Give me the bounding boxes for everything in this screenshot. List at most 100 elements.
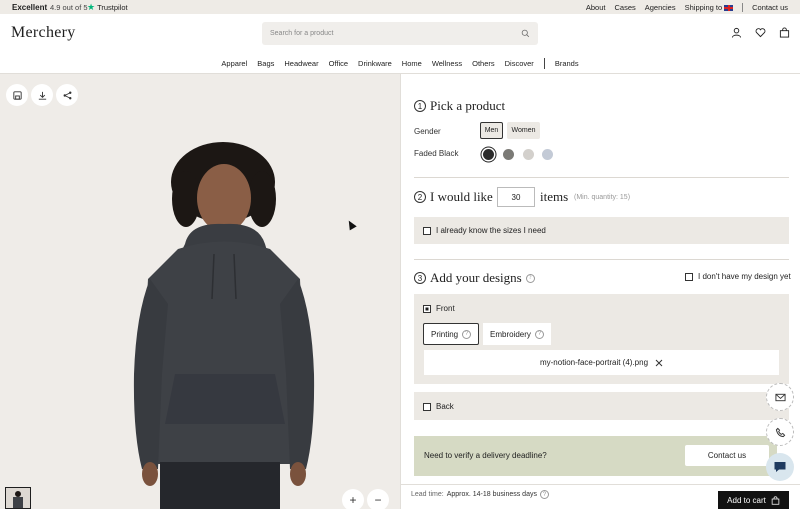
nav-drinkware[interactable]: Drinkware xyxy=(358,59,392,68)
delivery-deadline-banner: Need to verify a delivery deadline? Cont… xyxy=(414,436,777,476)
bag-icon[interactable] xyxy=(779,27,790,38)
nav-home[interactable]: Home xyxy=(402,59,422,68)
gender-men-option[interactable]: Men xyxy=(480,122,503,139)
nav-headwear[interactable]: Headwear xyxy=(284,59,318,68)
nav-apparel[interactable]: Apparel xyxy=(221,59,247,68)
top-links: About Cases Agencies Shipping to Contact… xyxy=(586,2,788,12)
hoodie-model-image xyxy=(133,142,315,509)
no-design-checkbox[interactable] xyxy=(685,272,693,281)
phone-button[interactable] xyxy=(766,418,794,446)
link-contact[interactable]: Contact us xyxy=(752,3,788,12)
thumbnail-image xyxy=(13,491,23,508)
method-label: Printing xyxy=(431,329,459,339)
cart-footer: Lead time: Approx. 14-18 business days ?… xyxy=(401,484,800,509)
search-input[interactable]: Search for a product xyxy=(262,22,538,45)
quantity-prefix: I would like xyxy=(430,189,493,204)
phone-icon xyxy=(775,427,785,437)
uk-flag-icon xyxy=(724,4,734,11)
back-checkbox-row[interactable]: Back xyxy=(423,402,454,411)
chat-icon xyxy=(774,462,786,472)
step-2-heading: 2 I would like xyxy=(414,189,493,205)
front-checkbox-row[interactable]: Front xyxy=(423,304,455,313)
method-printing-option[interactable]: Printing ? xyxy=(423,323,480,345)
trustpilot-label: Trustpilot xyxy=(97,2,128,12)
nav-office[interactable]: Office xyxy=(329,59,348,68)
color-swatch-light-grey[interactable] xyxy=(523,149,534,160)
quantity-suffix: items xyxy=(540,189,569,204)
close-icon[interactable] xyxy=(655,359,663,367)
sizes-label: I already know the sizes I need xyxy=(436,226,546,235)
zoom-in-button[interactable]: + xyxy=(342,489,364,509)
product-configurator: 1 Pick a product Gender Men Women Faded … xyxy=(401,74,800,509)
heart-icon[interactable] xyxy=(755,27,766,38)
link-cases[interactable]: Cases xyxy=(614,3,635,12)
logo[interactable]: Merchery xyxy=(11,24,76,42)
link-about[interactable]: About xyxy=(586,3,606,12)
gender-women-option[interactable]: Women xyxy=(507,122,540,139)
quantity-input[interactable]: 30 xyxy=(497,187,535,207)
back-checkbox[interactable] xyxy=(423,402,431,411)
section-divider xyxy=(414,259,789,260)
trustpilot-logo[interactable]: ★ Trustpilot xyxy=(87,2,128,12)
step-1-heading: 1 Pick a product xyxy=(414,98,505,114)
sizes-checkbox[interactable] xyxy=(423,226,431,235)
search-placeholder: Search for a product xyxy=(270,30,334,37)
nav-others[interactable]: Others xyxy=(472,59,495,68)
deadline-text: Need to verify a delivery deadline? xyxy=(424,451,547,460)
nav-brands[interactable]: Brands xyxy=(555,59,579,68)
step-number: 2 xyxy=(414,191,426,203)
step-3-heading: 3 Add your designs ? xyxy=(414,270,535,286)
section-divider xyxy=(414,177,789,178)
divider xyxy=(742,2,744,12)
no-design-checkbox-row[interactable]: I don't have my design yet xyxy=(685,272,791,281)
color-label: Faded Black xyxy=(414,149,459,158)
min-quantity-note: (Min. quantity: 15) xyxy=(574,194,631,201)
color-swatch-light-blue[interactable] xyxy=(542,149,553,160)
email-button[interactable] xyxy=(766,383,794,411)
thumbnail-1[interactable] xyxy=(5,487,31,509)
front-checkbox[interactable] xyxy=(423,304,431,313)
step-title: Add your designs xyxy=(430,270,522,285)
lead-time-label: Lead time: xyxy=(411,491,444,498)
step-number: 3 xyxy=(414,272,426,284)
nav-discover[interactable]: Discover xyxy=(505,59,534,68)
method-embroidery-option[interactable]: Embroidery ? xyxy=(483,323,551,345)
header-icons xyxy=(731,27,790,38)
link-agencies[interactable]: Agencies xyxy=(645,3,676,12)
lead-time: Lead time: Approx. 14-18 business days ? xyxy=(411,490,549,499)
step-title: Pick a product xyxy=(430,98,506,113)
nav-divider xyxy=(543,58,545,69)
color-swatch-grey[interactable] xyxy=(503,149,514,160)
back-design-box: Back xyxy=(414,392,789,420)
rating-headline: Excellent xyxy=(12,2,48,12)
add-to-cart-button[interactable]: Add to cart xyxy=(718,491,789,509)
uploaded-file: my-notion-face-portrait (4).png xyxy=(424,350,779,375)
zoom-out-button[interactable]: − xyxy=(367,489,389,509)
color-swatch-faded-black[interactable] xyxy=(483,149,494,160)
lead-time-value: Approx. 14-18 business days xyxy=(446,491,537,498)
shipping-label: Shipping to xyxy=(684,2,723,12)
gender-label: Gender xyxy=(414,127,441,136)
method-label: Embroidery xyxy=(490,329,531,339)
add-to-cart-label: Add to cart xyxy=(727,496,766,505)
bag-icon xyxy=(771,496,780,505)
contact-us-button[interactable]: Contact us xyxy=(685,445,769,466)
help-icon[interactable]: ? xyxy=(534,329,544,339)
search-icon xyxy=(521,29,530,38)
sizes-box: I already know the sizes I need xyxy=(414,217,789,244)
help-icon[interactable]: ? xyxy=(525,273,535,283)
site-header: Merchery Search for a product xyxy=(0,14,800,54)
front-label: Front xyxy=(436,304,455,313)
step-number: 1 xyxy=(414,100,426,112)
shipping-selector[interactable]: Shipping to xyxy=(685,3,734,12)
help-icon[interactable]: ? xyxy=(539,490,549,499)
back-label: Back xyxy=(436,402,454,411)
account-icon[interactable] xyxy=(731,27,742,38)
chat-button[interactable] xyxy=(766,453,794,481)
nav-bags[interactable]: Bags xyxy=(257,59,274,68)
nav-wellness[interactable]: Wellness xyxy=(432,59,462,68)
help-icon[interactable]: ? xyxy=(462,329,472,339)
file-name: my-notion-face-portrait (4).png xyxy=(539,358,649,367)
no-design-label: I don't have my design yet xyxy=(698,272,791,281)
sizes-checkbox-row[interactable]: I already know the sizes I need xyxy=(423,226,546,235)
